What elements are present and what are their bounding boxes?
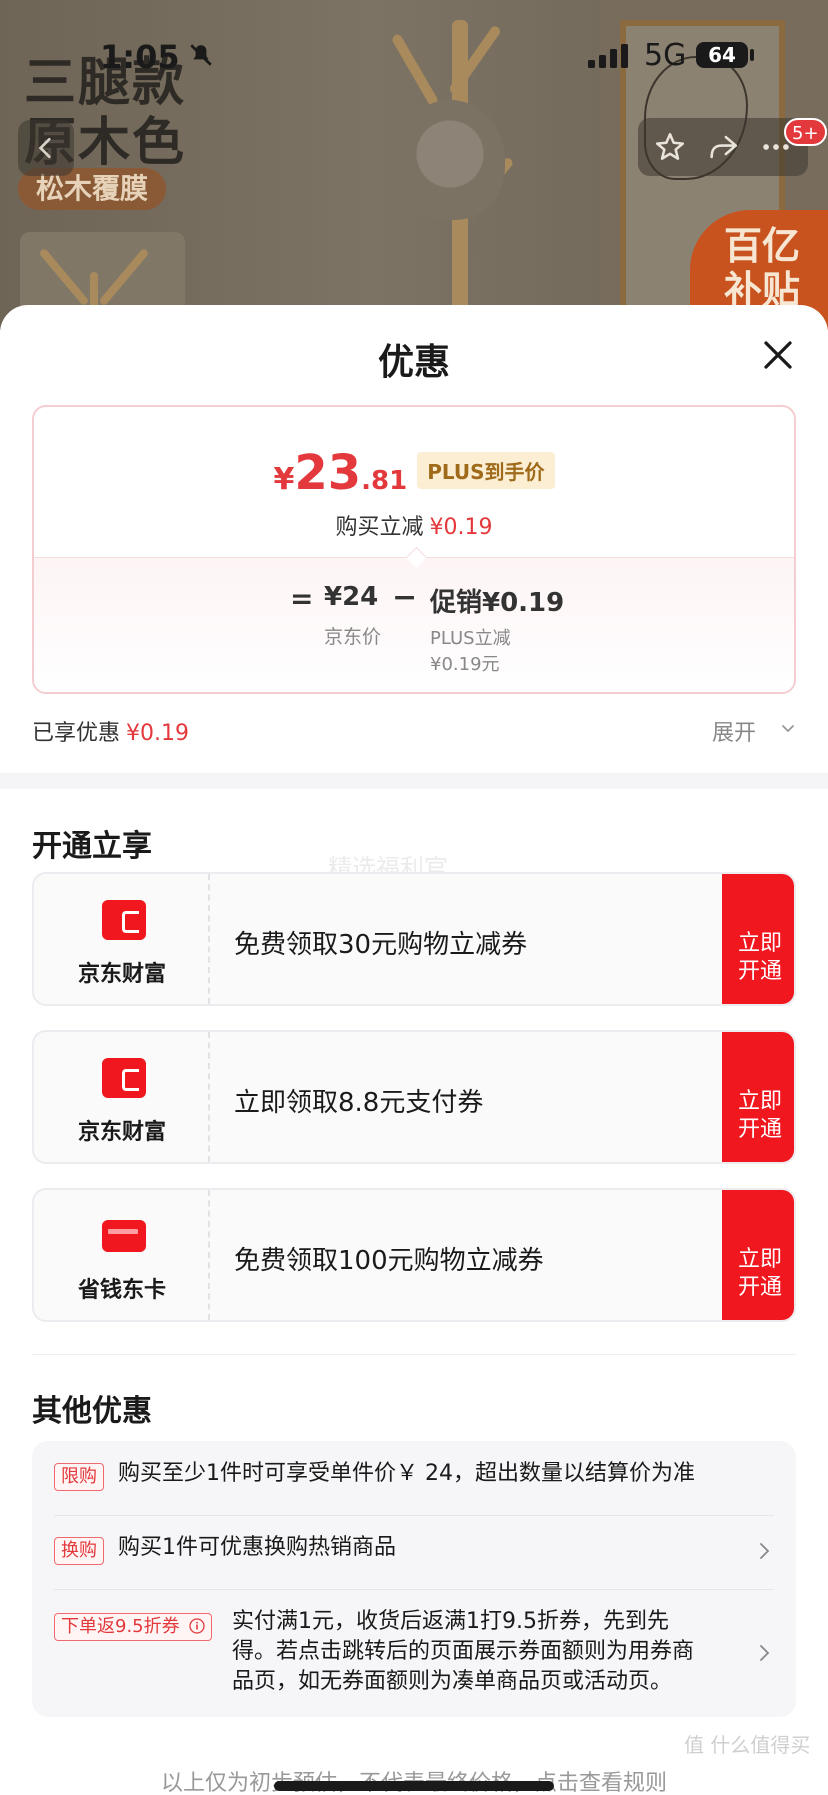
battery-nub	[750, 49, 754, 61]
list-item[interactable]: 下单返9.5折券 实付满1元，收货后返满1打9.5折券，先到先 得。若点击跳转后…	[32, 1589, 796, 1717]
battery-icon: 64	[696, 42, 748, 68]
activate-button[interactable]: 立即 开通	[722, 1190, 794, 1320]
back-button[interactable]	[18, 120, 74, 176]
close-icon[interactable]	[760, 337, 796, 373]
coupon-return-tag: 下单返9.5折券	[54, 1613, 213, 1641]
activate-label-1: 立即	[737, 1246, 782, 1271]
other-section-title: 其他优惠	[32, 1394, 152, 1429]
info-icon[interactable]	[189, 1618, 206, 1634]
open-section-title: 开通立享	[32, 829, 152, 864]
wallet-icon	[102, 900, 146, 940]
offer-brand: 省钱东卡	[77, 1278, 166, 1303]
plus-price-tag: PLUS到手价	[417, 452, 555, 489]
signal-icon	[588, 44, 628, 68]
trade-in-tag: 换购	[54, 1537, 104, 1565]
network-type: 5G	[644, 38, 687, 73]
list-item-text-line: 品页，如无券面额则为凑单商品页或活动页。	[232, 1669, 673, 1694]
activate-button[interactable]: 立即 开通	[722, 874, 794, 1004]
activate-label-1: 立即	[737, 930, 782, 955]
offer-description: 免费领取30元购物立减券	[234, 930, 528, 960]
thumb-branch	[38, 247, 90, 307]
enjoyed-label: 已享优惠	[32, 721, 121, 746]
list-item-text: 实付满1元，收货后返满1打9.5折券，先到先 得。若点击跳转后的页面展示券面额则…	[232, 1607, 694, 1697]
list-item-text: 购买至少1件时可享受单件价￥ 24，超出数量以结算价为准	[118, 1461, 695, 1486]
offer-brand-area: 京东财富	[34, 1032, 210, 1162]
wallet-icon	[102, 1058, 146, 1098]
activate-label-2: 开通	[737, 1116, 782, 1141]
price-card: ¥23.81 PLUS到手价 购买立减 ¥0.19 = ¥24 京东价 − 促销¥0…	[32, 405, 796, 694]
status-time: 1:05	[100, 38, 180, 76]
list-item: 限购 购买至少1件时可享受单件价￥ 24，超出数量以结算价为准	[32, 1441, 796, 1515]
activate-button[interactable]: 立即 开通	[722, 1032, 794, 1162]
promo-sub-value: ¥0.19元	[430, 654, 500, 675]
subsidy-badge-line-1: 百亿	[724, 224, 801, 268]
list-item-text: 购买1件可优惠换购热销商品	[118, 1535, 396, 1560]
site-watermark: 值 什么值得买	[684, 1733, 811, 1757]
list-item[interactable]: 换购 购买1件可优惠换购热销商品	[32, 1515, 796, 1589]
price-decimal: .81	[361, 466, 408, 496]
other-offers-list: 限购 购买至少1件时可享受单件价￥ 24，超出数量以结算价为准 换购 购买1件可…	[32, 1441, 796, 1717]
instant-label: 购买立减	[335, 515, 424, 540]
offer-card[interactable]: 省钱东卡 免费领取100元购物立减券 立即 开通	[32, 1188, 796, 1322]
card-icon	[102, 1220, 146, 1252]
activate-label-1: 立即	[737, 1088, 782, 1113]
instant-value: ¥0.19	[429, 515, 493, 540]
bell-muted-icon	[190, 44, 212, 66]
promo-discount: 促销¥0.19	[430, 588, 565, 618]
jd-price-label: 京东价	[324, 626, 382, 648]
sheet-title: 优惠	[377, 342, 450, 383]
section-separator	[0, 773, 828, 789]
discount-sheet: 优惠 ¥23.81 PLUS到手价 购买立减 ¥0.19 = ¥24 京东价 − 促…	[0, 305, 828, 1795]
offer-brand: 京东财富	[77, 962, 166, 987]
chevron-right-icon[interactable]	[758, 1643, 772, 1663]
offer-card[interactable]: 京东财富 立即领取8.8元支付券 立即 开通	[32, 1030, 796, 1164]
share-icon[interactable]	[706, 130, 740, 164]
price-integer: 23	[294, 445, 362, 501]
activate-label-2: 开通	[737, 958, 782, 983]
notification-badge: 5+	[784, 118, 827, 146]
home-indicator	[274, 1781, 554, 1791]
coupon-return-tag-label: 下单返9.5折券	[61, 1616, 180, 1637]
offer-brand: 京东财富	[77, 1120, 166, 1145]
list-item-text-line: 得。若点击跳转后的页面展示券面额则为用券商	[232, 1639, 695, 1664]
offer-description: 立即领取8.8元支付券	[234, 1088, 484, 1118]
offer-description: 免费领取100元购物立减券	[234, 1246, 544, 1276]
thumb-branch	[98, 247, 150, 307]
divider	[32, 1354, 796, 1355]
chevron-down-icon[interactable]	[780, 721, 796, 737]
activate-label-2: 开通	[737, 1274, 782, 1299]
coat-rack-branch	[390, 32, 440, 108]
enjoyed-discount: 已享优惠 ¥0.19	[32, 715, 189, 747]
hat	[395, 100, 505, 220]
final-price: ¥23.81 PLUS到手价	[34, 445, 794, 501]
chevron-right-icon[interactable]	[758, 1541, 772, 1561]
chevron-left-icon	[38, 137, 51, 159]
jd-price: ¥24	[324, 582, 379, 612]
price-summary: ¥23.81 PLUS到手价 购买立减 ¥0.19	[34, 407, 794, 557]
promo-sub-label: PLUS立减	[430, 628, 511, 649]
price-currency: ¥	[273, 462, 295, 497]
star-icon[interactable]	[653, 130, 687, 164]
top-actions	[638, 118, 808, 176]
enjoyed-value: ¥0.19	[126, 721, 189, 746]
offer-brand-area: 京东财富	[34, 874, 210, 1004]
expand-button[interactable]: 展开	[712, 715, 756, 747]
minus-sign: −	[392, 580, 418, 615]
instant-discount: 购买立减 ¥0.19	[34, 509, 794, 541]
offer-brand-area: 省钱东卡	[34, 1190, 210, 1320]
offer-card[interactable]: 京东财富 免费领取30元购物立减券 立即 开通	[32, 872, 796, 1006]
price-breakdown: = ¥24 京东价 − 促销¥0.19 PLUS立减 ¥0.19元	[34, 557, 794, 692]
list-item-text-line: 实付满1元，收货后返满1打9.5折券，先到先	[232, 1609, 669, 1634]
purchase-limit-tag: 限购	[54, 1463, 104, 1491]
equals-sign: =	[290, 582, 314, 615]
